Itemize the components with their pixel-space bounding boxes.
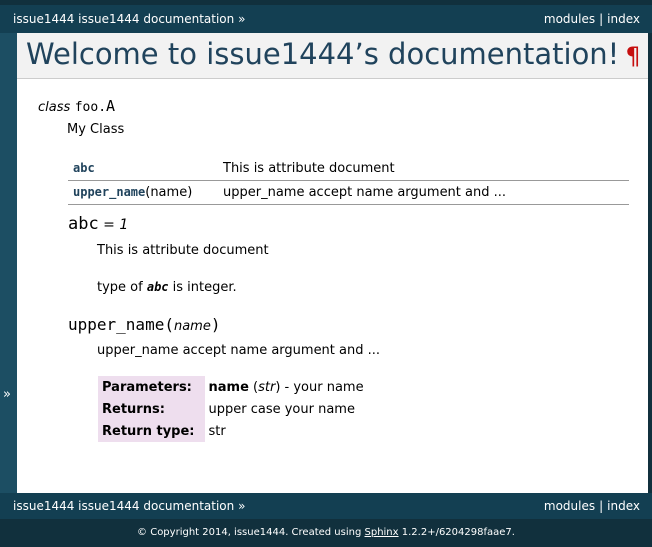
paren: ( <box>248 379 259 395</box>
breadcrumb-arrow: » <box>238 12 246 26</box>
breadcrumb-arrow: » <box>238 499 246 513</box>
class-name: A <box>106 97 116 115</box>
param-type: str <box>258 379 276 395</box>
title-area: Welcome to issue1444’s documentation! ¶ <box>17 33 648 79</box>
bottom-related-bar: issue1444 issue1444 documentation » modu… <box>0 493 652 519</box>
class-signature: class foo.A <box>38 97 115 115</box>
table-row: abc This is attribute document <box>68 157 629 181</box>
attribute-name: abc <box>68 214 99 234</box>
field-body: name (str) - your name <box>205 376 368 398</box>
attribute-description: This is attribute document <box>97 243 269 258</box>
index-link[interactable]: index <box>607 499 640 513</box>
field-row-parameters: Parameters: name (str) - your name <box>98 376 368 398</box>
sphinx-link[interactable]: Sphinx <box>365 527 399 538</box>
member-link-abc[interactable]: abc <box>73 161 95 175</box>
separator: | <box>599 499 604 513</box>
member-link-upper-name[interactable]: upper_name <box>73 185 145 199</box>
separator: | <box>599 12 604 26</box>
field-label: Parameters: <box>98 376 205 398</box>
type-name: abc <box>146 280 169 294</box>
index-link[interactable]: index <box>607 12 640 26</box>
sidebar-expand-icon[interactable]: » <box>3 387 11 402</box>
modules-link[interactable]: modules <box>544 499 595 513</box>
attribute-type-note: type of abc is integer. <box>97 280 237 295</box>
class-description: My Class <box>67 122 125 137</box>
modules-link[interactable]: modules <box>544 12 595 26</box>
table-cell-description: This is attribute document <box>218 157 629 181</box>
method-signature: upper_name(name) <box>68 315 220 334</box>
param-desc: - your name <box>280 379 364 395</box>
field-label: Returns: <box>98 398 205 420</box>
type-suffix: is integer. <box>168 280 237 295</box>
breadcrumb-home-link[interactable]: issue1444 issue1444 documentation <box>13 12 234 26</box>
footer-version: 1.2.2+/6204298faae7. <box>398 527 515 538</box>
permalink-icon[interactable]: ¶ <box>625 42 640 70</box>
attribute-signature: abc = 1 <box>68 214 128 234</box>
type-prefix: type of <box>97 280 147 295</box>
footer: © Copyright 2014, issue1444. Created usi… <box>0 527 652 538</box>
close-paren: ) <box>210 315 221 334</box>
field-body: upper case your name <box>208 401 355 417</box>
table-row: upper_name(name) upper_name accept name … <box>68 180 629 205</box>
field-row-returns: Returns: upper case your name <box>98 398 368 420</box>
document-body: Welcome to issue1444’s documentation! ¶ c… <box>17 33 648 493</box>
related-links: modules | index <box>544 493 640 519</box>
page-title-text: Welcome to issue1444’s documentation! <box>26 37 620 71</box>
breadcrumb: issue1444 issue1444 documentation » <box>13 5 245 33</box>
method-description: upper_name accept name argument and ... <box>97 343 381 358</box>
method-arg: name <box>173 319 211 334</box>
related-links: modules | index <box>544 5 640 33</box>
page-title: Welcome to issue1444’s documentation! ¶ <box>26 37 641 71</box>
field-row-return-type: Return type: str <box>98 420 368 442</box>
open-paren: ( <box>164 315 174 334</box>
table-cell: upper_name(name) <box>68 180 218 205</box>
table-cell-description: upper_name accept name argument and ... <box>218 180 629 205</box>
sidebar-collapsed[interactable]: » <box>0 33 17 493</box>
breadcrumb-home-link[interactable]: issue1444 issue1444 documentation <box>13 499 234 513</box>
footer-copyright: © Copyright 2014, issue1444. Created usi… <box>137 527 365 538</box>
breadcrumb: issue1444 issue1444 documentation » <box>13 493 245 519</box>
top-related-bar: issue1444 issue1444 documentation » modu… <box>0 5 652 33</box>
param-name: name <box>208 379 249 395</box>
field-body: str <box>208 423 226 439</box>
method-name: upper_name <box>68 315 165 334</box>
field-list: Parameters: name (str) - your name Retur… <box>98 376 368 442</box>
attribute-value: = 1 <box>98 217 129 233</box>
field-label: Return type: <box>98 420 205 442</box>
member-args: (name) <box>145 185 193 200</box>
class-module: foo. <box>74 100 107 115</box>
member-summary-table: abc This is attribute document upper_nam… <box>68 157 629 205</box>
table-cell: abc <box>68 157 218 181</box>
class-keyword: class <box>38 100 71 115</box>
